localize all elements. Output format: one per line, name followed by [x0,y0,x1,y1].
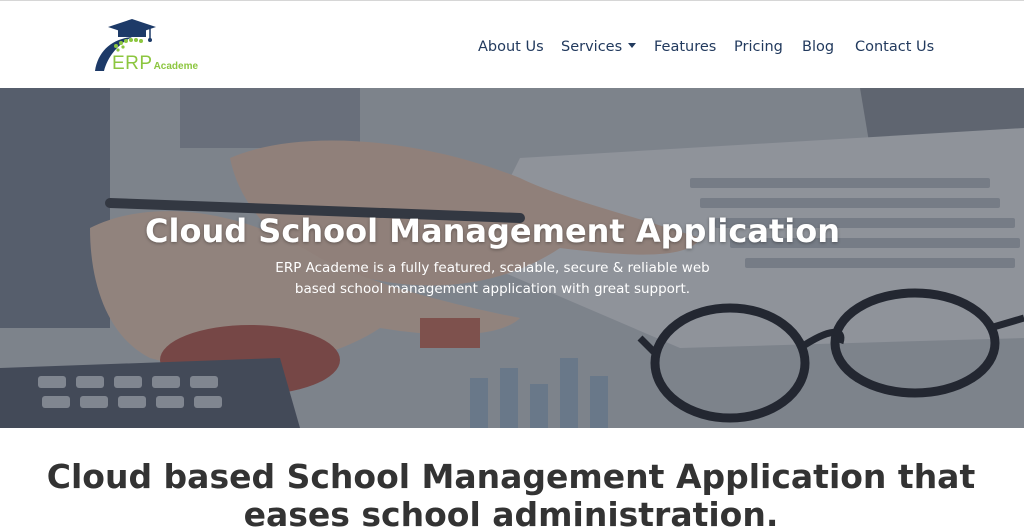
hero-subtitle: ERP Academe is a fully featured, scalabl… [0,258,985,300]
section-heading-line2: eases school administration. [243,495,779,529]
hero-banner: Cloud School Management Application ERP … [0,88,1024,428]
section-heading: Cloud based School Management Applicatio… [0,458,1022,529]
main-nav: About Us Services Features Pricing Blog … [0,39,1024,59]
nav-blog[interactable]: Blog [802,39,834,55]
site-header: ERPAcademe About Us Services Features Pr… [0,0,1024,88]
nav-features[interactable]: Features [654,39,716,55]
nav-about-us[interactable]: About Us [478,39,544,55]
nav-contact-us[interactable]: Contact Us [855,39,934,55]
nav-pricing[interactable]: Pricing [734,39,783,55]
hero-subtitle-line2: based school management application with… [294,281,691,297]
nav-services[interactable]: Services [561,39,637,55]
nav-services-label: Services [561,39,623,55]
hero-subtitle-line1: ERP Academe is a fully featured, scalabl… [275,260,710,276]
brand-name-sub: Academe [153,61,199,72]
hero-title: Cloud School Management Application [145,212,840,250]
caret-down-icon [628,43,637,48]
section-heading-line1: Cloud based School Management Applicatio… [46,457,976,496]
